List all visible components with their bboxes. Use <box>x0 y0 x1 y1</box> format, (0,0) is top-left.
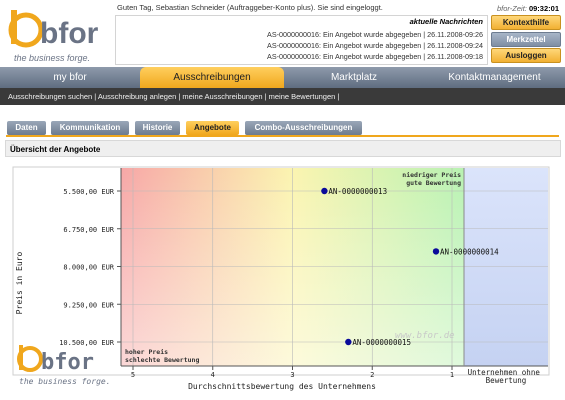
welcome-message: Guten Tag, Sebastian Schneider (Auftragg… <box>117 3 383 12</box>
y-tick-label: 5.500,00 EUR <box>63 188 114 196</box>
annotation-bad-rating: schlechte Bewertung <box>125 356 199 364</box>
y-tick-label: 8.000,00 EUR <box>63 264 114 272</box>
offer-point-label: AN-0000000014 <box>440 247 499 256</box>
offer-point-label: AN-0000000013 <box>328 187 387 196</box>
tab-kommunikation[interactable]: Kommunikation <box>51 121 129 135</box>
x-tick-label: 2 <box>370 371 374 379</box>
bfor-logo[interactable]: bfor the business forge. <box>8 6 108 68</box>
no-rating-area <box>464 168 548 366</box>
news-panel: aktuelle Nachrichten AS-0000000016: Ein … <box>115 15 488 65</box>
nav-ausschreibungen[interactable]: Ausschreibungen <box>140 67 284 88</box>
x-tick-label: 5 <box>131 371 135 379</box>
chart-logo-slogan: the business forge. <box>19 377 111 386</box>
tab-angebote[interactable]: Angebote <box>186 121 239 135</box>
logo-slogan: the business forge. <box>14 53 90 63</box>
nav-kontaktmanagement[interactable]: Kontaktmanagement <box>424 67 565 88</box>
x-tick-label: 4 <box>211 371 215 379</box>
y-axis-title: Preis in Euro <box>15 252 24 315</box>
logo-wordmark: bfor <box>40 17 99 50</box>
y-tick-label: 10.500,00 EUR <box>59 339 115 347</box>
annotation-high-price: hoher Preis <box>125 348 168 356</box>
server-clock: bfor-Zeit: 09:32:01 <box>497 4 559 13</box>
news-item[interactable]: AS-0000000016: Ein Angebot wurde abgegeb… <box>267 30 483 39</box>
offer-point <box>321 187 328 195</box>
y-tick-label: 6.750,00 EUR <box>63 226 114 234</box>
tab-historie[interactable]: Historie <box>135 121 180 135</box>
memo-button[interactable]: Merkzettel <box>491 32 561 47</box>
clock-value: 09:32:01 <box>528 4 559 13</box>
tab-daten[interactable]: Daten <box>7 121 46 135</box>
no-rating-label: Unternehmen ohne Bewertung <box>468 368 545 385</box>
x-axis-title: Durchschnittsbewertung des Unternehmens <box>188 382 376 391</box>
x-tick-label: 1 <box>450 371 454 379</box>
main-navigation: my bfor Ausschreibungen Marktplatz Konta… <box>0 67 565 88</box>
news-item[interactable]: AS-0000000016: Ein Angebot wurde abgegeb… <box>267 52 483 61</box>
x-tick-label: 3 <box>290 371 294 379</box>
section-title: Übersicht der Angebote <box>5 140 561 157</box>
logout-button[interactable]: Ausloggen <box>491 48 561 63</box>
annotation-low-price: niedriger Preis <box>402 171 461 179</box>
news-item[interactable]: AS-0000000016: Ein Angebot wurde abgegeb… <box>267 41 483 50</box>
tab-combo-ausschreibungen[interactable]: Combo-Ausschreibungen <box>245 121 362 135</box>
no-rating-label-line: Bewertung <box>486 376 527 385</box>
offers-scatter-chart: www.bfor.de 5.500,00 EUR6.750,00 EUR8.00… <box>12 166 550 391</box>
offer-point <box>432 248 440 255</box>
offer-point <box>345 338 352 346</box>
chart-logo-wordmark: bfor <box>41 350 94 375</box>
sub-navigation[interactable]: Ausschreibungen suchen | Ausschreibung a… <box>0 88 565 105</box>
nav-my-bfor[interactable]: my bfor <box>0 67 140 88</box>
offer-point-label: AN-0000000015 <box>352 338 411 347</box>
context-help-button[interactable]: Kontexthilfe <box>491 15 561 30</box>
nav-marktplatz[interactable]: Marktplatz <box>284 67 424 88</box>
annotation-good-rating: gute Bewertung <box>406 179 461 187</box>
tab-underline <box>6 135 559 137</box>
news-title: aktuelle Nachrichten <box>409 17 483 26</box>
clock-label: bfor-Zeit: <box>497 4 527 13</box>
y-tick-label: 9.250,00 EUR <box>63 301 114 309</box>
